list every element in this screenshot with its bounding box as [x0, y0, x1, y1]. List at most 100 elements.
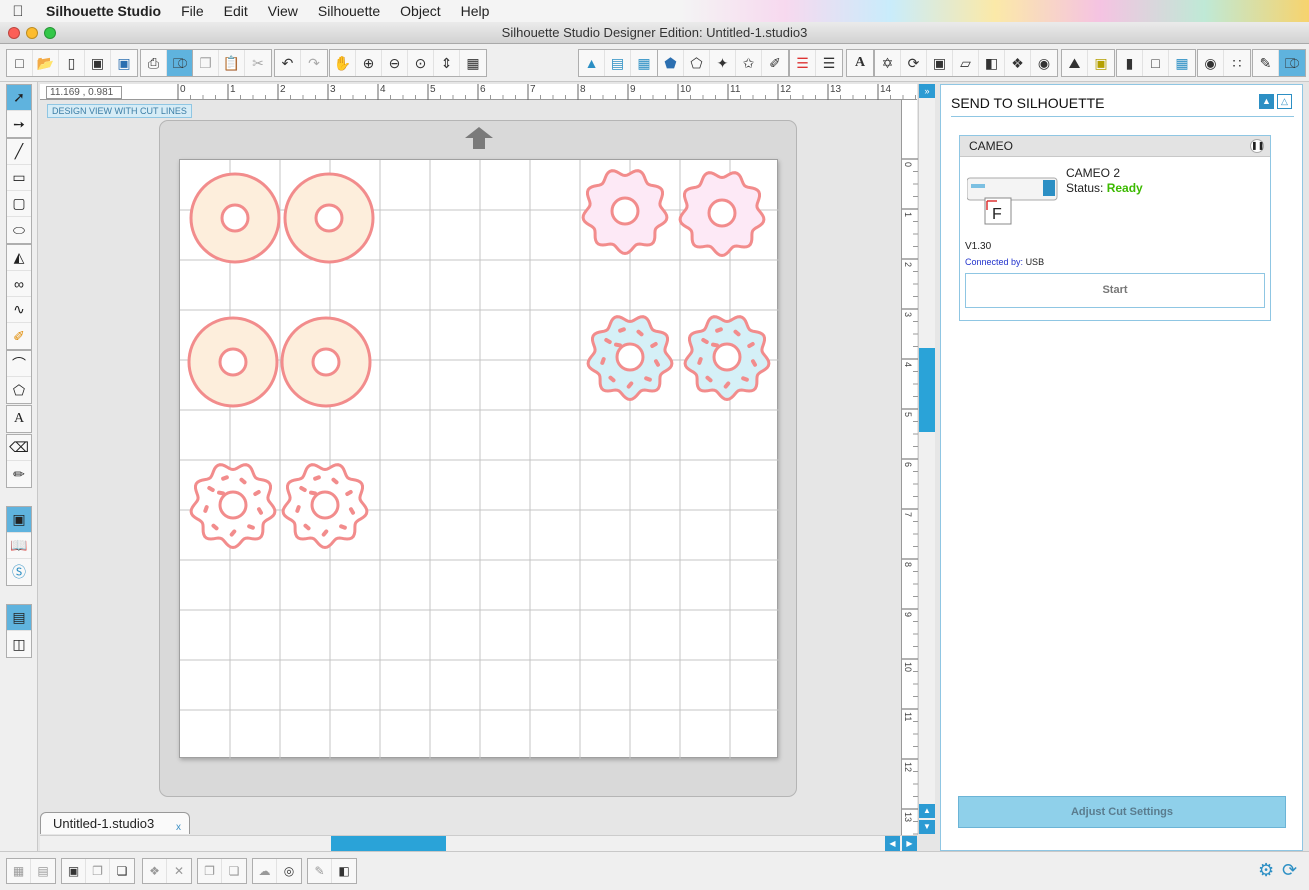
menu-object[interactable]: Object — [390, 3, 450, 19]
smooth-freehand-tool-icon[interactable]: ✐ — [7, 323, 31, 349]
knife-icon[interactable]: ✎ — [308, 859, 332, 883]
text-tool-icon[interactable]: A — [7, 406, 31, 432]
sketch-icon[interactable]: ✐ — [762, 50, 788, 76]
apple-menu-icon[interactable]:  — [0, 3, 36, 20]
horizontal-scrollbar[interactable]: ◀ ▶ — [40, 835, 917, 851]
zoom-window-button[interactable] — [44, 27, 56, 39]
align-icon[interactable]: ◧ — [979, 50, 1005, 76]
zoom-select-icon[interactable]: ⊙ — [408, 50, 434, 76]
menu-silhouette[interactable]: Silhouette — [308, 3, 390, 19]
library-store-icon[interactable]: ◉ — [1198, 50, 1224, 76]
bring-forward-icon[interactable]: ❏ — [110, 859, 134, 883]
design-canvas[interactable] — [180, 160, 779, 759]
knife-tool-icon[interactable]: ✏ — [7, 461, 31, 487]
app-menu[interactable]: Silhouette Studio — [36, 3, 171, 19]
offset-ring-icon[interactable]: ◎ — [277, 859, 301, 883]
line-style-icon[interactable]: ☰ — [816, 50, 842, 76]
grid-icon[interactable]: ▦ — [1169, 50, 1195, 76]
edit-points-icon[interactable]: ➙ — [7, 111, 31, 137]
cream-donut[interactable] — [189, 172, 281, 264]
eraser-icon[interactable]: ⌫ — [7, 435, 31, 461]
page-setup-icon[interactable]: ▣ — [1088, 50, 1114, 76]
cut-icon[interactable]: ✂ — [245, 50, 271, 76]
save-library-icon[interactable]: ▣ — [111, 50, 137, 76]
frosted-donut[interactable] — [189, 463, 277, 550]
line-tool-icon[interactable]: ╱ — [7, 139, 31, 165]
paste-icon[interactable]: 📋 — [219, 50, 245, 76]
make-compound-icon[interactable]: ▣ — [62, 859, 86, 883]
split-view-icon[interactable]: ◫ — [7, 631, 31, 657]
scroll-up-icon[interactable]: ▲ — [919, 804, 935, 818]
vertical-scrollbar[interactable]: » ▲ ▼ — [918, 84, 935, 834]
shadow-icon[interactable]: ☁ — [253, 859, 277, 883]
close-tab-icon[interactable]: x — [176, 817, 181, 839]
drag-zoom-icon[interactable]: ⇕ — [434, 50, 460, 76]
modify-icon[interactable]: ◉ — [1031, 50, 1057, 76]
pause-icon[interactable]: ❚❚ — [1250, 139, 1264, 153]
dots-icon[interactable]: ∷ — [1224, 50, 1250, 76]
ungroup-icon[interactable]: ▤ — [31, 859, 55, 883]
rounded-rectangle-tool-icon[interactable]: ▢ — [7, 191, 31, 217]
panel-collapse-icon[interactable]: ▲ — [1259, 94, 1274, 109]
adjust-cut-settings-button[interactable]: Adjust Cut Settings — [958, 796, 1286, 828]
cut-settings-icon[interactable]: ▮ — [1117, 50, 1143, 76]
library-book-icon[interactable]: 📖 — [7, 533, 31, 559]
freehand-tool-icon[interactable]: ∿ — [7, 297, 31, 323]
cream-donut[interactable] — [187, 316, 279, 408]
library-icon[interactable]: ▯ — [59, 50, 85, 76]
gradient-icon[interactable]: ▤ — [605, 50, 631, 76]
redo-icon[interactable]: ↷ — [301, 50, 327, 76]
frosted-donut[interactable] — [581, 169, 669, 256]
frosted-donut[interactable] — [678, 171, 766, 258]
send-to-silhouette-icon[interactable]: ⎄ — [167, 50, 193, 76]
close-window-button[interactable] — [8, 27, 20, 39]
new-file-icon[interactable]: □ — [7, 50, 33, 76]
menu-file[interactable]: File — [171, 3, 214, 19]
select-arrow-icon[interactable]: ➚ — [7, 85, 31, 111]
vertical-scroll-thumb[interactable] — [919, 348, 935, 432]
rectangle-tool-icon[interactable]: ▭ — [7, 165, 31, 191]
layer-icon[interactable]: ◧ — [332, 859, 356, 883]
pentagon-outline-icon[interactable]: ⬠ — [684, 50, 710, 76]
copy-icon[interactable]: ❐ — [193, 50, 219, 76]
duplicate-icon[interactable]: ❐ — [198, 859, 222, 883]
frosted-donut[interactable] — [281, 463, 369, 550]
line-color-icon[interactable]: ☰ — [790, 50, 816, 76]
save-icon[interactable]: ▣ — [85, 50, 111, 76]
rotate-icon[interactable]: ⟳ — [901, 50, 927, 76]
fill-color-icon[interactable]: ▲ — [579, 50, 605, 76]
pentagon-fill-icon[interactable]: ⬟ — [658, 50, 684, 76]
frosted-donut[interactable] — [586, 315, 674, 402]
cream-donut[interactable] — [283, 172, 375, 264]
mirror-icon[interactable]: ❏ — [222, 859, 246, 883]
eraser-tool-icon[interactable]: ✎ — [1253, 50, 1279, 76]
regular-polygon-tool-icon[interactable]: ⬠ — [7, 377, 31, 403]
open-file-icon[interactable]: 📂 — [33, 50, 59, 76]
arc-tool-icon[interactable]: ⌒ — [7, 351, 31, 377]
scroll-left-icon[interactable]: ◀ — [885, 836, 900, 851]
group-icon[interactable]: ▦ — [7, 859, 31, 883]
ellipse-tool-icon[interactable]: ⬭ — [7, 217, 31, 243]
menu-help[interactable]: Help — [451, 3, 500, 19]
settings-gear-icon[interactable]: ⚙ — [1258, 860, 1274, 881]
minimize-window-button[interactable] — [26, 27, 38, 39]
replicate-icon[interactable]: ❖ — [1005, 50, 1031, 76]
panel-expand-icon[interactable]: △ — [1277, 94, 1292, 109]
star-outline-icon[interactable]: ✦ — [710, 50, 736, 76]
registration-icon[interactable]: □ — [1143, 50, 1169, 76]
document-tab[interactable]: Untitled-1.studio3 x — [40, 812, 190, 834]
collapse-panel-icon[interactable]: » — [919, 84, 935, 98]
cream-donut[interactable] — [280, 316, 372, 408]
release-compound-icon[interactable]: ❐ — [86, 859, 110, 883]
curve-tool-icon[interactable]: ∞ — [7, 271, 31, 297]
weld-icon[interactable]: ❖ — [143, 859, 167, 883]
text-style-icon[interactable]: A — [847, 50, 873, 76]
pattern-icon[interactable]: ▦ — [631, 50, 657, 76]
menu-edit[interactable]: Edit — [214, 3, 258, 19]
menu-view[interactable]: View — [258, 3, 308, 19]
send-panel-icon[interactable]: ⎄ — [1279, 50, 1305, 76]
star-shadow-icon[interactable]: ✩ — [736, 50, 762, 76]
print-icon[interactable]: ⎙ — [141, 50, 167, 76]
delete-icon[interactable]: ✕ — [167, 859, 191, 883]
polygon-tool-icon[interactable]: ◭ — [7, 245, 31, 271]
